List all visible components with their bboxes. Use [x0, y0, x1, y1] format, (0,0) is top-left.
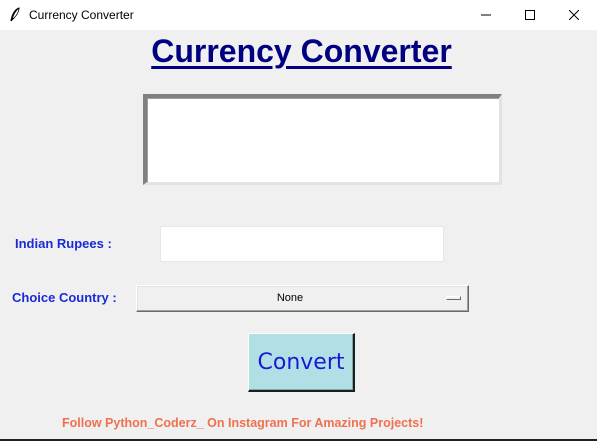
maximize-button[interactable]: [507, 0, 553, 30]
rupees-label: Indian Rupees :: [15, 236, 112, 251]
dropdown-indicator-icon: [446, 296, 461, 300]
app-window: Currency Converter Currency Converter In…: [0, 0, 597, 441]
close-button[interactable]: [551, 0, 597, 30]
close-icon: [569, 10, 579, 20]
country-dropdown[interactable]: None: [136, 285, 469, 312]
footer-text: Follow Python_Coderz_ On Instagram For A…: [62, 416, 424, 430]
window-title: Currency Converter: [29, 8, 134, 22]
title-bar: Currency Converter: [0, 0, 597, 30]
country-label: Choice Country :: [12, 290, 117, 305]
page-title: Currency Converter: [151, 33, 452, 69]
result-output-box[interactable]: [143, 94, 502, 185]
minimize-icon: [481, 14, 491, 16]
rupees-input[interactable]: [160, 226, 444, 262]
minimize-button[interactable]: [463, 0, 509, 30]
feather-icon: [10, 7, 20, 22]
country-selected-value: None: [276, 292, 304, 304]
convert-button[interactable]: Convert: [248, 333, 355, 392]
maximize-icon: [525, 10, 535, 20]
